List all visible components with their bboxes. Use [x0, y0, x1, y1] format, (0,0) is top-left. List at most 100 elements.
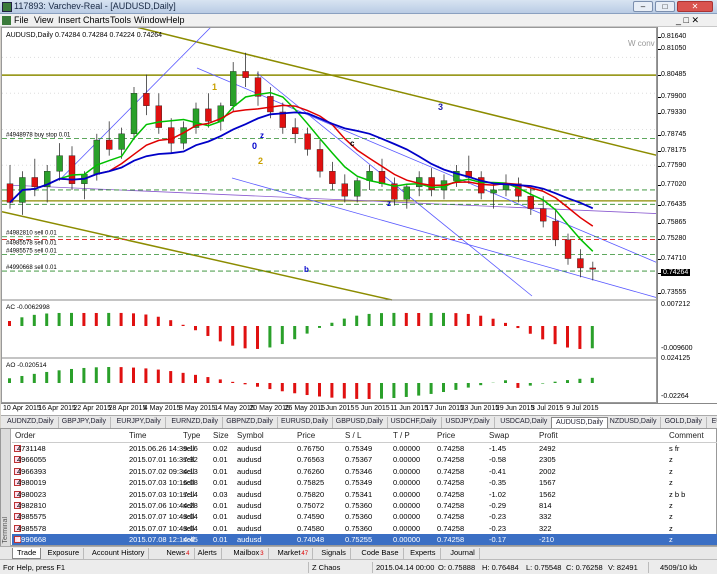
trade-row[interactable]: 4966393 2015.07.02 09:34:13 sell 0.01 audusd…	[12, 466, 717, 477]
chart-tab[interactable]: EURUSD,Daily	[277, 417, 334, 428]
chart-tab[interactable]: AUDNZD,Daily	[3, 417, 59, 428]
price-level-label: 0.78175	[661, 147, 687, 154]
terminal-tab-label: Market	[277, 548, 301, 557]
trade-cell: audusd	[237, 466, 262, 476]
chart-tab[interactable]: GOLD,Daily	[661, 417, 707, 428]
column-header[interactable]: Symbol	[237, 431, 264, 440]
menu-charts[interactable]: Charts	[83, 15, 110, 25]
column-header[interactable]: Price	[437, 431, 455, 440]
candle-body	[242, 71, 249, 78]
terminal-tab[interactable]: Market47	[274, 548, 314, 559]
trade-cell: 0.75360	[345, 523, 373, 533]
column-header[interactable]: Order	[15, 431, 35, 440]
column-header[interactable]: Size	[213, 431, 229, 440]
column-header[interactable]: Profit	[539, 431, 558, 440]
candle-body	[56, 155, 63, 172]
candle-body	[552, 220, 559, 241]
ac-bar	[318, 326, 321, 328]
chart-tab[interactable]: EURJPY,Daily	[113, 417, 166, 428]
child-window-controls[interactable]: _ □ ✕	[676, 15, 699, 26]
trade-row[interactable]: 4966055 2015.07.01 16:37:32 sell 0.01 audusd…	[12, 454, 717, 465]
trade-row[interactable]: 4731148 2015.06.26 14:39:16 sell 0.02 audusd…	[12, 443, 717, 454]
column-header[interactable]: T / P	[393, 431, 410, 440]
terminal-tab[interactable]: Exposure	[44, 548, 85, 559]
trade-cell: 0.75367	[345, 455, 373, 465]
chart-tab[interactable]: AUDUSD,Daily	[551, 417, 609, 428]
ac-bar	[330, 322, 334, 326]
chart-tab[interactable]: USDCHF,Daily	[387, 417, 442, 428]
trade-row[interactable]: 4980019 2015.07.03 10:16:08 sell 0.01 audusd…	[12, 477, 717, 488]
chart-window[interactable]: AUDUSD,Daily 0.74284 0.74284 0.74224 0.7…	[1, 27, 657, 403]
chart-tab[interactable]: NZDUSD,Daily	[606, 417, 662, 428]
ao-bar	[132, 367, 135, 383]
terminal-tab[interactable]: Alerts	[194, 548, 222, 559]
minimize-button[interactable]: –	[633, 1, 653, 12]
chart-tab[interactable]: USDJPY,Daily	[441, 417, 495, 428]
ao-bar	[169, 371, 173, 383]
chart-symbol-label: AUDUSD,Daily 0.74284 0.74284 0.74224 0.7…	[6, 32, 162, 39]
ao-bar	[305, 383, 309, 396]
trade-cell: 4731148	[17, 444, 46, 453]
trade-cell: sell	[183, 535, 195, 545]
trade-row[interactable]: 4980023 2015.07.03 10:17:14 sell 0.03 audusd…	[12, 489, 717, 500]
trade-cell: 0.75072	[297, 501, 325, 510]
time-label: 23 Jun 2015	[460, 405, 500, 412]
close-button[interactable]: ✕	[677, 1, 713, 12]
chart-tab[interactable]: EURNZD,Daily	[167, 417, 224, 428]
trade-cell: 0.00000	[393, 489, 421, 499]
trade-cell: audusd	[237, 444, 262, 453]
trade-cell: 0.01	[213, 501, 228, 510]
menu-window[interactable]: Window	[134, 15, 166, 25]
chart-tab[interactable]: USDCAD,Daily	[496, 417, 553, 428]
trade-cell: 4980019	[17, 478, 47, 488]
column-header[interactable]: Type	[183, 431, 200, 440]
wave-label: 0	[252, 141, 257, 151]
trade-row[interactable]: 4985575 2015.07.07 10:43:04 sell 0.01 audusd…	[12, 511, 717, 522]
trade-cell: 0.00000	[393, 512, 421, 522]
ao-bar	[380, 383, 383, 399]
ac-bar	[355, 315, 359, 326]
ac-bar	[541, 326, 545, 340]
chart-tab[interactable]: GBPJPY,Daily	[58, 417, 112, 428]
menu-help[interactable]: Help	[166, 15, 185, 25]
price-chart[interactable]: AUDUSD,Daily 0.74284 0.74284 0.74224 0.7…	[2, 28, 657, 403]
terminal-tab[interactable]: Journal	[446, 548, 480, 559]
status-bar: For Help, press F1 Z Chaos 2015.04.14 00…	[0, 559, 717, 574]
maximize-button[interactable]: □	[655, 1, 675, 12]
ao-bar	[156, 369, 160, 383]
terminal-tab-badge: 3	[260, 551, 264, 557]
trade-cell: z	[669, 535, 673, 545]
trade-cell: 4980023	[17, 489, 47, 499]
terminal-tab-label: Mailbox	[233, 548, 260, 557]
column-header[interactable]: Time	[129, 431, 146, 440]
trade-row[interactable]: 4982810 2015.07.06 10:44:28 sell 0.01 audusd…	[12, 500, 717, 511]
trade-row[interactable]: 4990668 2015.07.08 12:14:45 sell 0.01 audusd…	[12, 534, 717, 546]
status-profile[interactable]: Z Chaos	[312, 563, 340, 572]
chart-window-icon[interactable]	[2, 16, 11, 25]
column-header[interactable]: Price	[297, 431, 315, 440]
terminal-tab[interactable]: Code Base	[357, 548, 404, 559]
column-header[interactable]: Comment	[669, 431, 704, 440]
price-tick	[658, 113, 661, 114]
terminal-tab[interactable]: Account History	[88, 548, 150, 559]
menu-tools[interactable]: Tools	[110, 15, 131, 25]
chart-tab[interactable]: GBPNZD,Daily	[222, 417, 278, 428]
column-header[interactable]: S / L	[345, 431, 361, 440]
column-header[interactable]: Swap	[489, 431, 509, 440]
menu-file[interactable]: File	[14, 15, 29, 25]
indicator-level-label: -0.02264	[661, 393, 689, 400]
order-label: #4948978 buy stop 0.01	[6, 132, 71, 138]
trade-row[interactable]: 4985578 2015.07.07 10:43:04 sell 0.01 audusd…	[12, 523, 717, 534]
ac-bar	[82, 312, 86, 326]
chart-tab[interactable]: GBPUSD,Daily	[332, 417, 388, 428]
menu-insert[interactable]: Insert	[58, 15, 81, 25]
terminal-tab[interactable]: Trade	[12, 548, 42, 559]
terminal-tab[interactable]: News4	[162, 548, 195, 559]
terminal-tab[interactable]: Experts	[406, 548, 441, 559]
trade-cell: 0.00000	[393, 455, 421, 465]
terminal-tab[interactable]: Signals	[317, 548, 351, 559]
menu-view[interactable]: View	[34, 15, 53, 25]
terminal-tab[interactable]: Mailbox3	[229, 548, 269, 559]
chart-tab[interactable]: EURO	[708, 417, 717, 428]
trade-cell: audusd	[237, 501, 262, 510]
